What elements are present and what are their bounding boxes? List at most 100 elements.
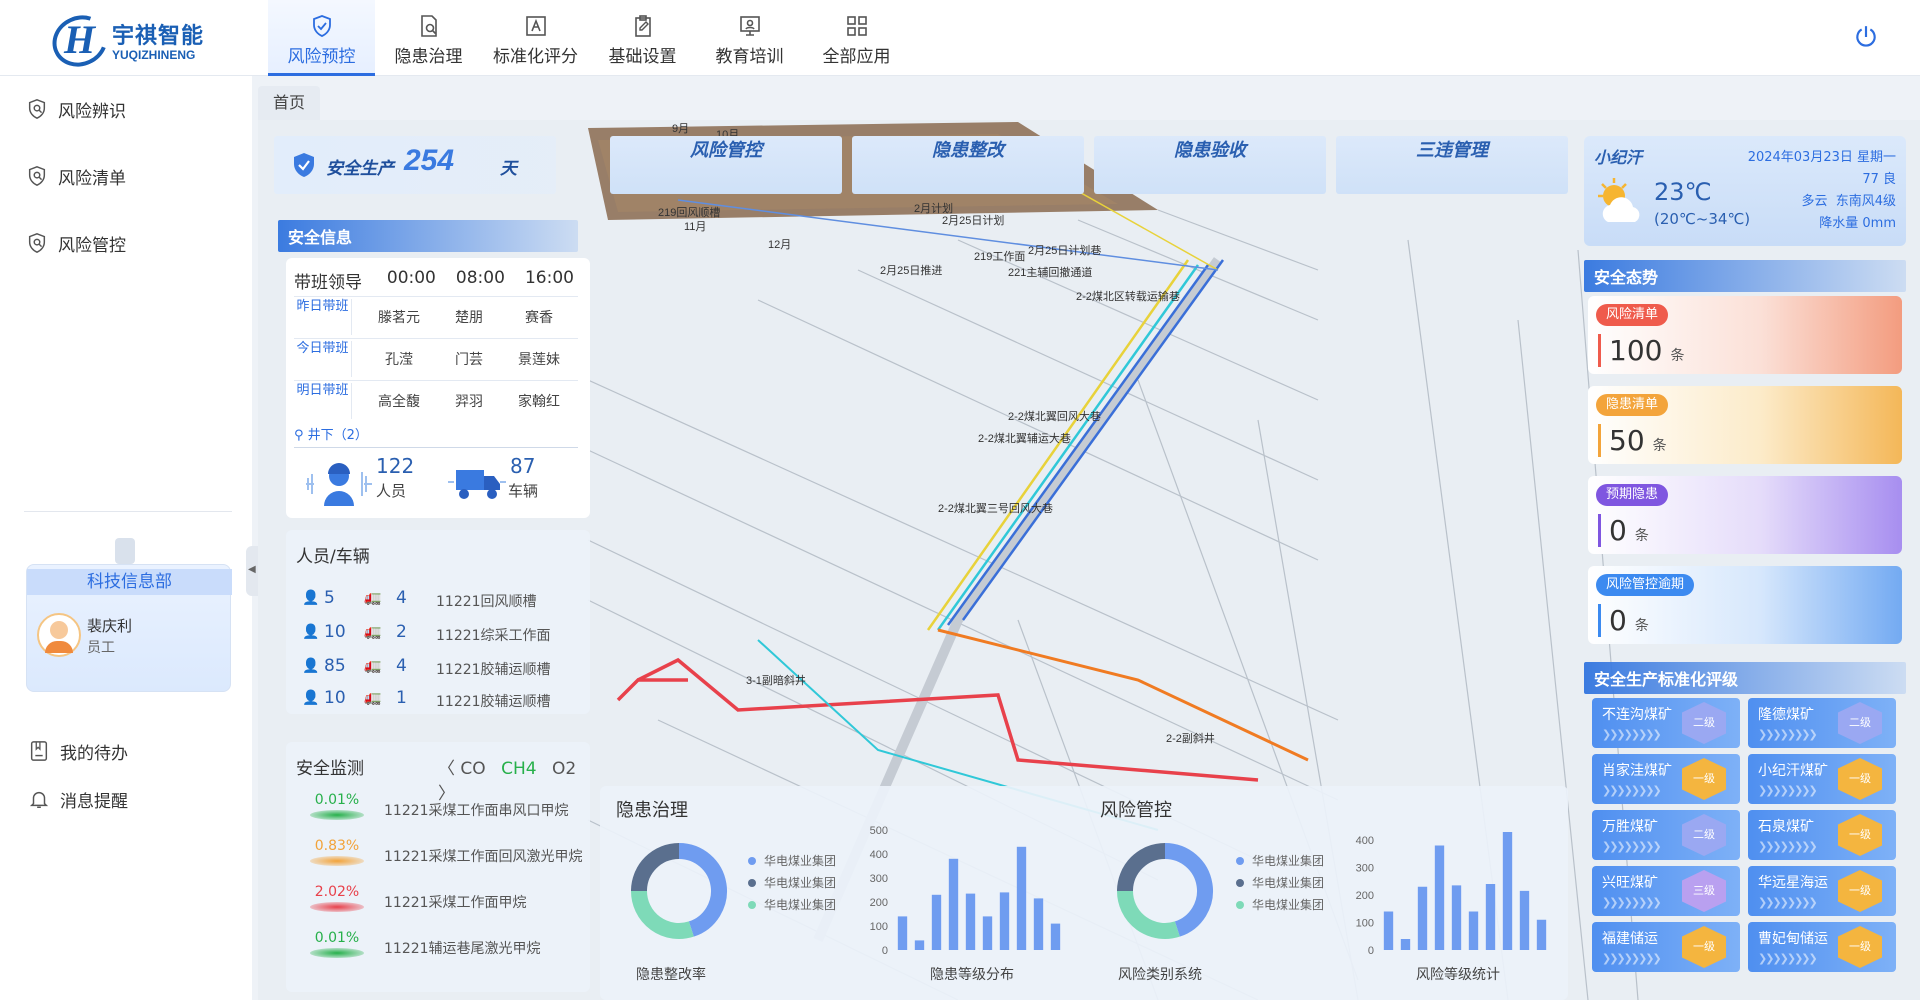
map-label: 2-2副斜井 [1166, 731, 1215, 745]
gas-option-ch4[interactable]: CH4 [501, 759, 536, 779]
mine-grade-tile[interactable]: 华远星海运 ❯❯❯❯❯❯❯❯ 一级 [1748, 866, 1896, 916]
list-item[interactable]: 👤 10 🚛 1 11221胶辅运顺槽 [302, 688, 582, 712]
bar[interactable] [1033, 898, 1044, 950]
safety-trend-title: 安全态势 [1584, 260, 1906, 292]
bar[interactable] [982, 916, 993, 950]
mine-grade-tile[interactable]: 石泉煤矿 ❯❯❯❯❯❯❯❯ 一级 [1748, 810, 1896, 860]
tab-basic-settings[interactable]: 基础设置 [589, 0, 696, 76]
tab-hazard-governance[interactable]: 隐患治理 [375, 0, 482, 76]
worker-helmet-icon [306, 463, 372, 506]
brand-logo[interactable]: H 宇祺智能 YUQIZHINENG [44, 6, 262, 76]
bar[interactable] [999, 892, 1010, 950]
department-name: 科技信息部 [27, 569, 232, 595]
tab-hazard-accept[interactable]: 隐患验收 [1094, 136, 1326, 194]
bar-chart-label: 风险等级统计 [1416, 967, 1500, 983]
breadcrumb-home-tab[interactable]: 首页 [258, 86, 320, 120]
bar[interactable] [1400, 939, 1411, 950]
stat-card-risk-list[interactable]: 风险清单 100 条 [1588, 296, 1902, 374]
tab-education-training[interactable]: 教育培训 [696, 0, 803, 76]
bar[interactable] [1417, 886, 1428, 950]
bar[interactable] [1485, 884, 1496, 950]
map-label: 9月 [672, 123, 689, 135]
mine-grade-tile[interactable]: 隆德煤矿 ❯❯❯❯❯❯❯❯ 二级 [1748, 698, 1896, 748]
sensor-name: 11221采煤工作面串风口甲烷 [384, 803, 569, 819]
bar[interactable] [897, 916, 908, 950]
bar[interactable] [1050, 923, 1061, 950]
tab-risk-control[interactable]: 风险管控 [610, 136, 842, 194]
logo-h-icon: H [64, 17, 96, 62]
sidebar-item-notifications[interactable]: 消息提醒 [28, 784, 128, 814]
power-icon[interactable] [1853, 24, 1879, 50]
mine-grade-tile[interactable]: 不连沟煤矿 ❯❯❯❯❯❯❯❯ 二级 [1592, 698, 1740, 748]
tab-standard-score[interactable]: 标准化评分 [482, 0, 589, 76]
vehicle-value: 2 [396, 622, 407, 642]
sidebar-item-label: 我的待办 [60, 743, 128, 764]
donut-slice[interactable] [1117, 843, 1166, 892]
bar[interactable] [931, 894, 942, 950]
gas-option-co[interactable]: CO [460, 759, 485, 779]
list-item[interactable]: 0.01% 11221辅运巷尾激光甲烷 [302, 930, 592, 966]
hazard-donut-chart[interactable] [624, 836, 734, 946]
chevron-arrows-icon: ❯❯❯❯❯❯❯❯ [1602, 728, 1662, 741]
stat-card-expected-hazard[interactable]: 预期隐患 0条 [1588, 476, 1902, 554]
mine-grade-tile[interactable]: 兴旺煤矿 ❯❯❯❯❯❯❯❯ 三级 [1592, 866, 1740, 916]
list-item[interactable]: 👤 85 🚛 4 11221胶辅运顺槽 [302, 656, 582, 680]
list-item[interactable]: 2.02% 11221采煤工作面甲烷 [302, 884, 592, 920]
bar[interactable] [1502, 832, 1513, 950]
list-item[interactable]: 0.01% 11221采煤工作面串风口甲烷 [302, 792, 592, 828]
bar[interactable] [914, 940, 925, 950]
sidebar-item-risk-identify[interactable]: 风险辨识 [26, 94, 126, 124]
donut-slice[interactable] [631, 843, 680, 892]
hazard-bar-chart[interactable]: 500 400 300 200 100 0 [860, 822, 1070, 962]
bar[interactable] [1519, 890, 1530, 950]
tab-risk-precontrol[interactable]: 风险预控 [268, 0, 375, 76]
chevron-left-icon[interactable]: 〈 [438, 759, 455, 779]
risk-bar-chart[interactable]: 400 300 200 100 0 [1346, 832, 1556, 962]
legend-item: 华电煤业集团 [1236, 896, 1324, 913]
list-item[interactable]: 0.83% 11221采煤工作面回风激光甲烷 [302, 838, 592, 874]
donut-slice[interactable] [1164, 843, 1213, 937]
document-search-icon [420, 15, 437, 37]
sidebar-item-risk-list[interactable]: 风险清单 [26, 161, 126, 191]
bar[interactable] [1383, 911, 1394, 951]
gas-option-o2[interactable]: O2 [552, 759, 576, 779]
mine-grade-tile[interactable]: 曹妃甸储运 ❯❯❯❯❯❯❯❯ 一级 [1748, 922, 1896, 972]
bar[interactable] [1451, 885, 1462, 950]
bar[interactable] [1468, 911, 1479, 951]
sidebar-collapse-handle[interactable]: ◀ [246, 546, 258, 596]
avatar[interactable] [37, 613, 81, 657]
tab-all-apps[interactable]: 全部应用 [803, 0, 910, 76]
donut-slice[interactable] [1117, 890, 1180, 939]
risk-donut-chart[interactable] [1110, 836, 1220, 946]
mine-grade-tile[interactable]: 小纪汗煤矿 ❯❯❯❯❯❯❯❯ 一级 [1748, 754, 1896, 804]
sidebar-item-label: 风险辨识 [58, 101, 126, 122]
bar[interactable] [965, 893, 976, 950]
standard-rating-title: 安全生产标准化评级 [1584, 662, 1906, 694]
mine-grade-tile[interactable]: 万胜煤矿 ❯❯❯❯❯❯❯❯ 二级 [1592, 810, 1740, 860]
list-item[interactable]: 👤 10 🚛 2 11221综采工作面 [302, 622, 582, 646]
stat-card-control-overdue[interactable]: 风险管控逾期 0条 [1588, 566, 1902, 644]
underground-location[interactable]: ⚲ 井下（2） [294, 424, 578, 448]
tab-label: 基础设置 [608, 47, 677, 67]
tab-hazard-rectify[interactable]: 隐患整改 [852, 136, 1084, 194]
mine-grade-tile[interactable]: 福建储运 ❯❯❯❯❯❯❯❯ 一级 [1592, 922, 1740, 972]
donut-slice[interactable] [631, 890, 694, 939]
sidebar-item-risk-control[interactable]: 风险管控 [26, 228, 126, 258]
mine-grade-tile[interactable]: 肖家洼煤矿 ❯❯❯❯❯❯❯❯ 一级 [1592, 754, 1740, 804]
donut-slice[interactable] [678, 843, 727, 937]
list-item[interactable]: 👤 5 🚛 4 11221回风顺槽 [302, 588, 582, 612]
bar[interactable] [1016, 846, 1027, 950]
leader-name: 楚朋 [455, 310, 483, 326]
stat-tag: 预期隐患 [1596, 484, 1669, 506]
stat-value: 100 条 [1598, 334, 1684, 367]
sidebar-item-my-todo[interactable]: 我的待办 [28, 736, 128, 766]
weather-condition: 多云 [1801, 194, 1828, 209]
map-label: 2月计划 [914, 202, 953, 215]
bar[interactable] [948, 858, 959, 950]
leader-row-tomorrow: 明日带班 高全馥 羿羽 家翰红 [294, 380, 578, 420]
bar[interactable] [1434, 845, 1445, 951]
row-label: 明日带班 [294, 383, 352, 419]
stat-card-hazard-list[interactable]: 隐患清单 50 条 [1588, 386, 1902, 464]
tab-three-violations[interactable]: 三违管理 [1336, 136, 1568, 194]
bar[interactable] [1536, 919, 1547, 950]
